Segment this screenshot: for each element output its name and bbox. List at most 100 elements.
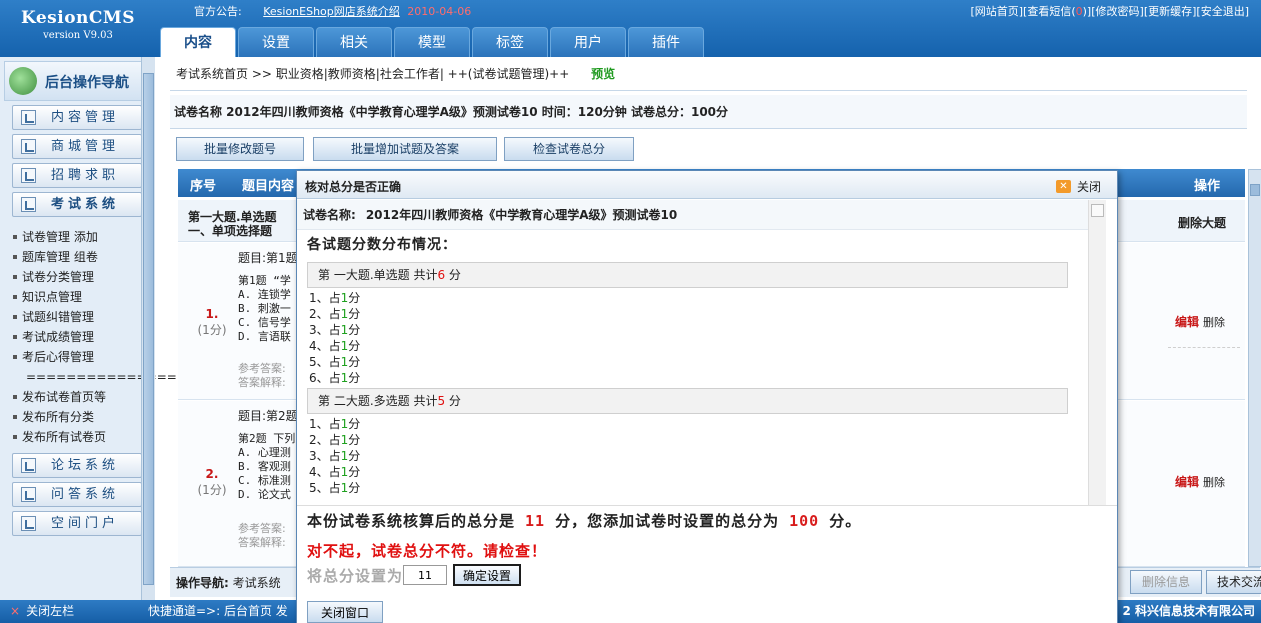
section-total-value: 6 [437,268,446,282]
sidebar-link-post-exam-notes[interactable]: 考后心得管理 [12,347,154,367]
sidebar-qa-button[interactable]: 问答系统 [12,482,142,507]
top-links: [网站首页][查看短信(0)][修改密码][更新缓存][安全退出] [970,3,1249,19]
sidebar-space-portal-button[interactable]: 空间门户 [12,511,142,536]
tab-tags[interactable]: 标签 [472,27,548,57]
confirm-set-button[interactable]: 确定设置 [453,564,522,586]
list-item: 1、占1分 [309,290,1088,306]
delete-link[interactable]: 删除 [1203,316,1225,329]
item-unit: 分 [348,449,361,463]
question-option: D. 论文式 [238,488,291,501]
tab-related[interactable]: 相关 [316,27,392,57]
list-item: 5、占1分 [309,480,1088,496]
list-item: 2、占1分 [309,432,1088,448]
preview-link[interactable]: 预览 [591,67,615,81]
question-number: 2. [205,467,219,481]
sidebar-title-bar: 后台操作导航 [4,61,150,101]
table-scrollbar-thumb[interactable] [1250,184,1260,196]
sidebar-shop-manage-button[interactable]: 商城管理 [12,134,142,159]
question-line: 第1题 “学 [238,274,291,287]
batch-edit-numbers-button[interactable]: 批量修改题号 [176,137,304,161]
close-window-button[interactable]: 关闭窗口 [307,601,383,623]
check-total-score-button[interactable]: 检查试卷总分 [504,137,634,161]
tab-users[interactable]: 用户 [550,27,626,57]
item-unit: 分 [348,465,361,479]
scroll-up-arrow[interactable] [1091,204,1104,217]
sidebar-link-question-bank[interactable]: 题库管理 组卷 [12,247,154,267]
calculated-total: 11 [525,512,546,530]
edit-icon [21,168,36,183]
logo: KesionCMS version V9.03 [0,0,156,57]
sidebar-link-publish-categories[interactable]: 发布所有分类 [12,407,154,427]
row-actions: 编辑 删除 [1175,313,1225,330]
sidebar-link-publish-papers[interactable]: 发布所有试卷页 [12,427,154,447]
sidebar-scrollbar-thumb[interactable] [143,73,154,585]
sidebar-scrollbar[interactable] [141,57,155,600]
edit-link[interactable]: 编辑 [1175,475,1199,489]
tech-exchange-button[interactable]: 技术交流 [1206,570,1261,594]
close-left-panel-link[interactable]: 关闭左栏 [10,600,74,623]
column-header-ops: 操作 [1194,179,1221,194]
score-list: 1、占1分 2、占1分 3、占1分 4、占1分 5、占1分 [297,416,1088,496]
globe-icon [9,67,37,95]
tab-plugins[interactable]: 插件 [628,27,704,57]
batch-add-questions-button[interactable]: 批量增加试题及答案 [313,137,497,161]
dialog-close-button[interactable]: ✕ 关闭 [1055,178,1101,195]
site-home-link[interactable]: [网站首页] [970,5,1023,18]
announcement-link[interactable]: KesionEShop网店系统介绍 [263,5,400,18]
list-item: 4、占1分 [309,464,1088,480]
table-scrollbar[interactable] [1248,169,1261,567]
question-option: B. 刺激一 [238,302,291,315]
item-unit: 分 [348,371,361,385]
list-item: 6、占1分 [309,370,1088,386]
question-title: 题目:第1题 [238,251,298,265]
section-subtitle: 一、单项选择题 [188,224,273,238]
sidebar-button-label: 内容管理 [51,110,120,125]
delete-link[interactable]: 删除 [1203,476,1225,489]
paper-info-bar: 试卷名称 2012年四川教师资格《中学教育心理学A级》预测试卷10 时间：120… [170,95,1247,129]
list-item: 2、占1分 [309,306,1088,322]
item-label: 6、占 [309,371,341,385]
configured-total: 100 [789,512,820,530]
sidebar-link-scores[interactable]: 考试成绩管理 [12,327,154,347]
sidebar-button-label: 问答系统 [51,487,120,502]
answer-explanation-label: 答案解释: [238,536,286,549]
operation-nav-value[interactable]: 考试系统 [233,576,281,590]
sidebar-content-manage-button[interactable]: 内容管理 [12,105,142,130]
sidebar-jobs-button[interactable]: 招聘求职 [12,163,142,188]
sidebar-link-publish-home[interactable]: 发布试卷首页等 [12,387,154,407]
sidebar-forum-button[interactable]: 论坛系统 [12,453,142,478]
main-tabs: 内容 设置 相关 模型 标签 用户 插件 [160,27,706,57]
logout-link[interactable]: [安全退出] [1196,5,1249,18]
question-option: D. 言语联 [238,330,291,343]
sidebar-link-knowledge-points[interactable]: 知识点管理 [12,287,154,307]
sidebar-link-paper-category[interactable]: 试卷分类管理 [12,267,154,287]
delete-section-link[interactable]: 删除大题 [1178,214,1226,231]
edit-link[interactable]: 编辑 [1175,315,1199,329]
tab-model[interactable]: 模型 [394,27,470,57]
section-summary-box: 第 二大题.多选题 共计5 分 [307,388,1068,414]
edit-icon [21,487,36,502]
breadcrumb-text[interactable]: 考试系统首页 >> 职业资格|教师资格|社会工作者| ++(试卷试题管理)++ [176,67,569,81]
section-summary-label: 第 一大题.单选题 共计 [318,268,438,282]
dialog-close-label: 关闭 [1076,180,1101,194]
tab-content[interactable]: 内容 [160,27,236,57]
sms-link[interactable]: [查看短信(0)] [1023,5,1091,18]
sidebar-exam-system-button[interactable]: 考试系统 [12,192,142,217]
announcement-date: 2010-04-06 [407,5,472,18]
quick-access-links[interactable]: 快捷通道=>: 后台首页 发 [148,600,288,623]
update-cache-link[interactable]: [更新缓存] [1144,5,1197,18]
dialog-scrollbar[interactable] [1088,200,1106,505]
tab-settings[interactable]: 设置 [238,27,314,57]
sidebar-link-paper-manage[interactable]: 试卷管理 添加 [12,227,154,247]
question-score: (1分) [197,483,227,497]
row-divider [1168,347,1240,348]
sidebar-link-error-correction[interactable]: 试题纠错管理 [12,307,154,327]
delete-info-button[interactable]: 删除信息 [1130,570,1202,594]
item-label: 4、占 [309,339,341,353]
item-unit: 分 [348,307,361,321]
change-password-link[interactable]: [修改密码] [1091,5,1144,18]
summary-text-post: 分。 [829,512,862,530]
mismatch-warning: 对不起，试卷总分不符。请检查！ [307,542,548,560]
sidebar-button-label: 商城管理 [51,139,120,154]
total-score-input[interactable] [403,565,448,585]
